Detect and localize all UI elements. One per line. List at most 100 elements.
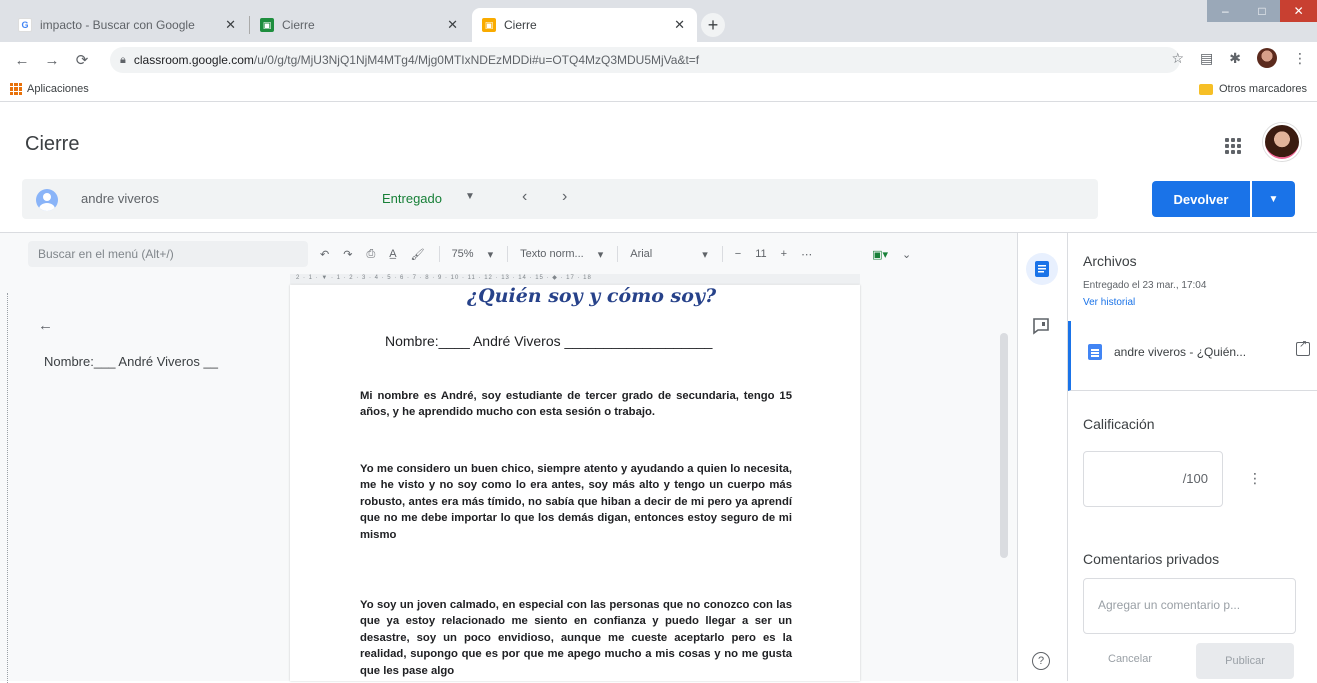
next-student-chevron-icon[interactable]: › [562,188,567,206]
open-in-new-icon[interactable] [1296,339,1310,356]
browser-toolbar: ← → ⟳ 🔒︎ classroom.google.com/u/0/g/tg/M… [0,42,1317,78]
kebab-menu-icon[interactable]: ⋮ [1293,50,1307,67]
document-name-line: Nombre:____ André Viveros ______________… [385,333,713,349]
cancel-button[interactable]: Cancelar [1108,653,1152,665]
lock-icon: 🔒︎ [120,53,126,66]
caret-down-icon[interactable]: ▾ [702,248,708,261]
grade-heading: Calificación [1083,416,1155,432]
decrease-font-icon[interactable]: − [735,248,741,260]
return-button[interactable]: Devolver [1152,181,1250,217]
paragraph: Yo soy un joven calmado, en especial con… [360,599,792,677]
docs-toolbar: ↶ ↷ ⎙ A̲ 🖌︎ 75% ▾ Texto norm... ▾ Arial … [320,241,1000,267]
font-size-input[interactable]: 11 [755,248,766,260]
document-viewer: Buscar en el menú (Alt+/) ↶ ↷ ⎙ A̲ 🖌︎ 75… [0,233,1017,683]
close-icon[interactable]: ✕ [674,17,685,33]
increase-font-icon[interactable]: + [781,248,787,260]
google-apps-icon[interactable] [1225,138,1241,154]
tab-label: impacto - Buscar con Google [40,18,195,32]
url-host: classroom.google.com [133,53,254,67]
grade-input[interactable]: /100 [1083,451,1223,507]
private-comment-input[interactable]: Agregar un comentario p... [1083,578,1296,634]
document-details-icon[interactable] [1026,253,1058,285]
google-docs-icon [1088,344,1102,360]
bookmarks-bar: Aplicaciones Otros marcadores [0,78,1317,102]
toolbar-separator [617,246,619,262]
suggest-mode-icon[interactable]: ▣▾ [872,248,888,261]
url-path: /u/0/g/tg/MjU3NjQ1NjM4MTg4/Mjg0MTIxNDEzM… [253,53,700,67]
prev-student-chevron-icon[interactable]: ‹ [522,188,527,206]
star-icon[interactable]: ☆ [1171,50,1184,67]
help-icon[interactable]: ? [1032,652,1050,670]
toolbar-separator [507,246,509,262]
document-title: ¿Quién soy y cómo soy? [467,285,717,307]
caret-down-icon[interactable]: ▼ [465,191,475,202]
reload-icon[interactable]: ⟳ [70,48,94,72]
tab-label: Cierre [504,18,537,32]
apps-grid-icon [10,83,22,95]
publish-button[interactable]: Publicar [1196,643,1294,679]
student-name[interactable]: andre viveros [81,191,159,206]
extension-icon[interactable]: ▤ [1200,50,1213,67]
bookmark-other-label: Otros marcadores [1218,83,1307,95]
paint-format-icon[interactable]: 🖌︎ [411,248,425,261]
view-history-link[interactable]: Ver historial [1083,297,1135,308]
submitted-timestamp: Entregado el 23 mar., 17:04 [1083,280,1207,291]
attached-file-card[interactable]: andre viveros - ¿Quién... [1068,321,1317,391]
paragraph: Yo me considero un buen chico, siempre a… [360,463,792,541]
grade-max: /100 [1182,471,1208,486]
side-rail: ? [1017,233,1067,681]
caret-down-icon[interactable]: ▾ [598,248,604,261]
return-options-caret-icon[interactable]: ▼ [1252,181,1295,217]
outline-heading-item[interactable]: Nombre:___ André Viveros __ [44,354,218,369]
forward-arrow-icon[interactable]: → [40,48,64,72]
classroom-header: Cierre [0,102,1317,164]
more-icon[interactable]: ⋯ [801,248,812,261]
minimize-icon[interactable]: – [1207,0,1244,22]
caret-down-icon[interactable]: ▾ [488,248,494,261]
spellcheck-icon[interactable]: A̲ [389,248,396,260]
print-icon[interactable]: ⎙ [366,248,375,261]
bookmark-apps[interactable]: Aplicaciones [10,83,89,95]
undo-icon[interactable]: ↶ [320,248,329,261]
window-close-icon[interactable]: ✕ [1280,0,1317,22]
file-name: andre viveros - ¿Quién... [1114,345,1247,359]
window-controls: – □ ✕ [1207,0,1317,22]
account-avatar[interactable] [1263,123,1301,161]
new-tab-button[interactable]: + [701,13,725,37]
font-select[interactable]: Arial [630,248,652,260]
scrollbar[interactable] [1000,333,1008,558]
close-icon[interactable]: ✕ [447,17,458,33]
private-comments-heading: Comentarios privados [1083,551,1220,567]
more-vert-icon[interactable]: ⋮ [1248,470,1262,487]
tab-google-search[interactable]: G impacto - Buscar con Google ✕ [8,8,248,42]
student-avatar-icon [36,189,58,211]
toolbar-separator [721,246,723,262]
horizontal-ruler: 2 · 1 · ▼ · 1 · 2 · 3 · 4 · 5 · 6 · 7 · … [290,274,860,284]
tab-label: Cierre [282,18,315,32]
student-bar: andre viveros Entregado ▼ ‹ › [22,179,1098,219]
tab-cierre-1[interactable]: ▣ Cierre ✕ [250,8,470,42]
bookmark-other[interactable]: Otros marcadores [1198,83,1307,95]
profile-avatar-icon[interactable] [1257,48,1277,68]
collapse-chevron-icon[interactable]: ⌄ [902,248,911,261]
outline-back-arrow-icon[interactable]: ← [38,317,53,334]
redo-icon[interactable]: ↷ [343,248,352,261]
address-bar[interactable]: 🔒︎ classroom.google.com/u/0/g/tg/MjU3NjQ… [110,47,1180,73]
style-select[interactable]: Texto norm... [520,248,584,260]
folder-icon [1198,83,1213,95]
vertical-ruler [0,293,8,683]
comment-icon[interactable] [1032,317,1050,335]
maximize-icon[interactable]: □ [1243,0,1281,22]
document-page: ¿Quién soy y cómo soy? Nombre:____ André… [290,285,860,681]
google-icon: G [18,18,32,32]
status-dropdown[interactable]: Entregado [382,191,442,206]
toolbar-separator [438,246,440,262]
tab-cierre-active[interactable]: ▣ Cierre ✕ [472,8,697,42]
zoom-select[interactable]: 75% [452,248,474,260]
classroom-icon: ▣ [482,18,496,32]
close-icon[interactable]: ✕ [225,17,236,33]
menu-search-input[interactable]: Buscar en el menú (Alt+/) [28,241,308,267]
back-arrow-icon[interactable]: ← [10,48,34,72]
page-title: Cierre [25,133,80,155]
puzzle-icon[interactable]: ✱ [1229,50,1241,67]
